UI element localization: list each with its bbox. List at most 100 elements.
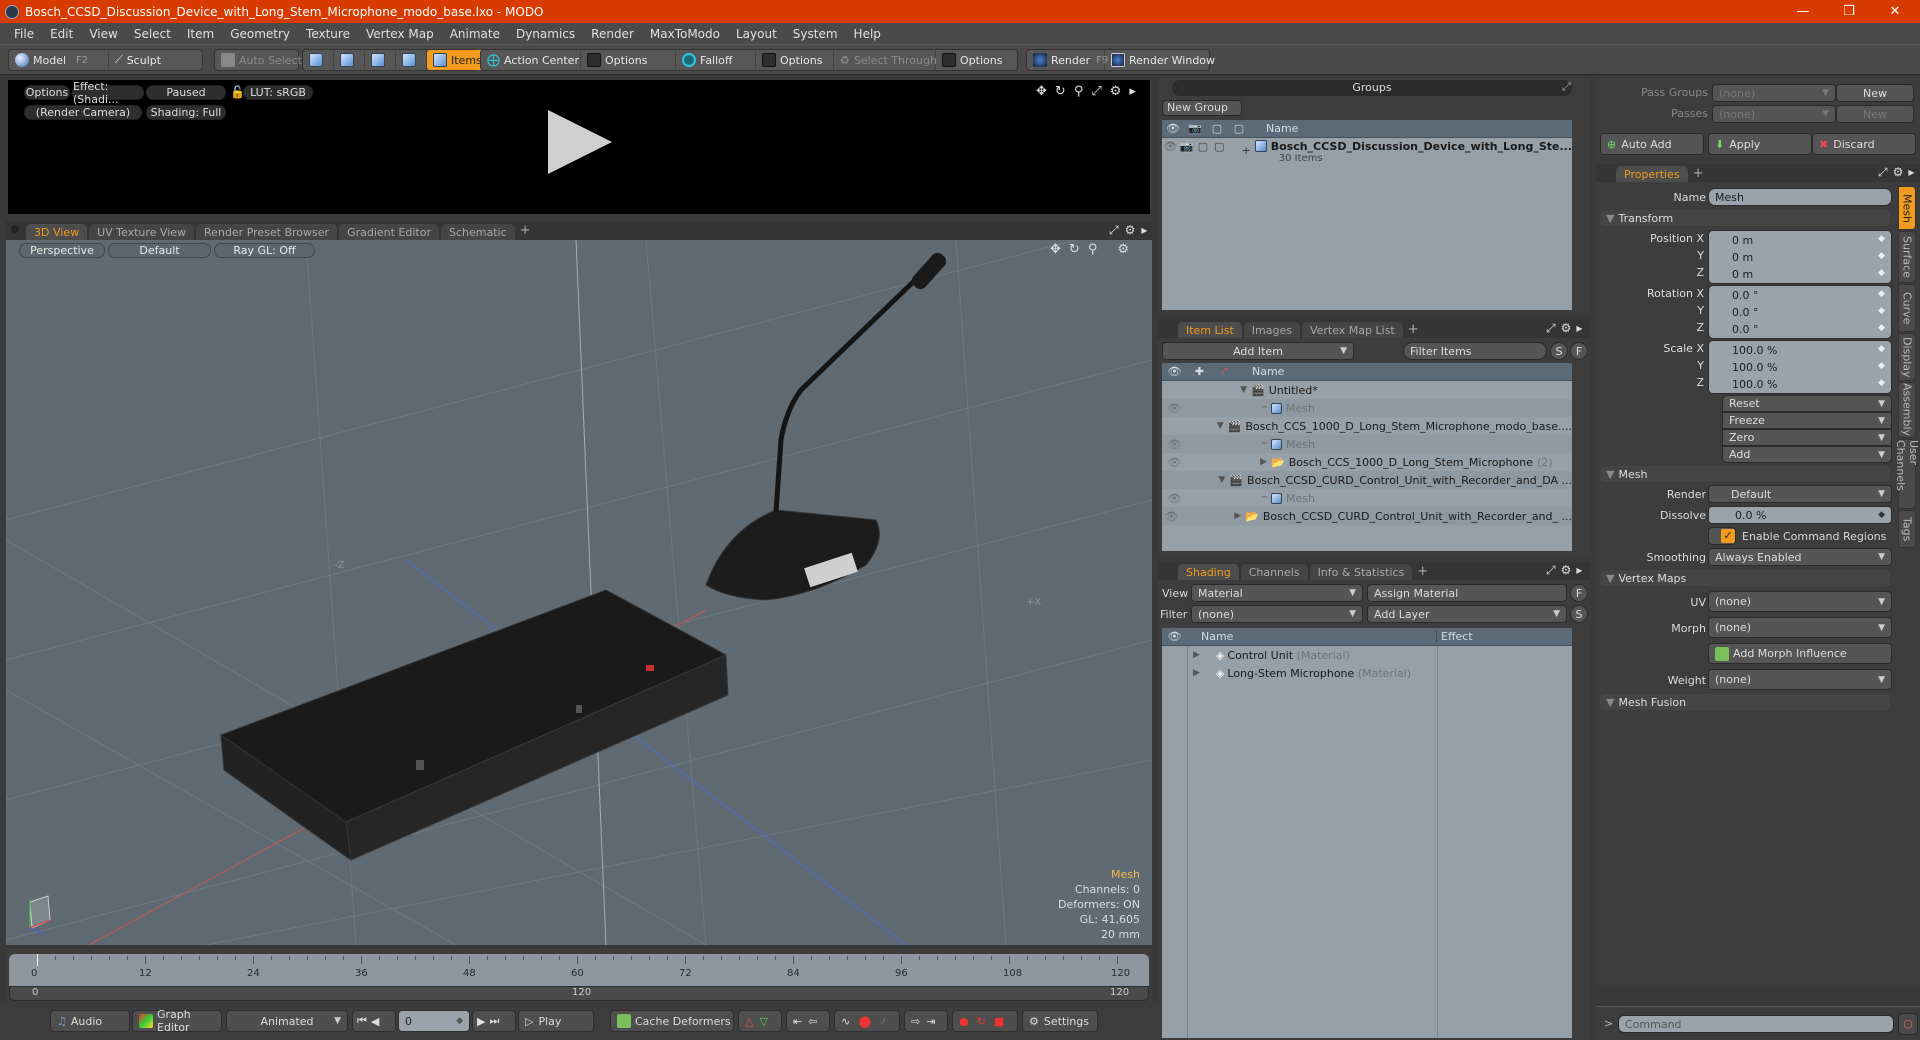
maximize-icon[interactable]: ⤢	[1091, 84, 1101, 99]
auto-add-button[interactable]: ⊕ Auto Add	[1600, 133, 1704, 155]
item-list-row[interactable]: 👁 ─ Mesh	[1162, 399, 1572, 417]
expand-arrow-icon[interactable]: ▶	[1219, 511, 1246, 521]
gear-icon[interactable]: ⚙	[1893, 165, 1904, 180]
item-list-row[interactable]: ▼ 🎬 Bosch_CCS_1000_D_Long_Stem_Microphone_…	[1162, 417, 1572, 435]
set-key-icon[interactable]: ●	[959, 1015, 969, 1028]
render-options-button[interactable]: Options	[24, 85, 70, 100]
select-col-icon[interactable]: ▢	[1228, 122, 1250, 135]
mesh-fusion-section[interactable]: ▼ Mesh Fusion	[1600, 694, 1890, 710]
new-pass-button[interactable]: New	[1836, 105, 1914, 123]
action-center-options-button[interactable]: Options	[581, 50, 676, 70]
key-up-icon[interactable]: △	[745, 1015, 753, 1028]
command-history-icon[interactable]: ○	[1898, 1013, 1918, 1035]
position-y-input[interactable]: 0 m	[1726, 249, 1866, 266]
render-dropdown[interactable]: Default ▼	[1708, 485, 1892, 503]
add-tab-icon[interactable]: +	[1417, 564, 1428, 579]
cache-deformers-button[interactable]: Cache Deformers	[610, 1010, 734, 1032]
select-icon[interactable]: ▢	[1211, 140, 1227, 153]
prev-key-small-icon[interactable]: ⇦	[808, 1015, 817, 1028]
effect-dropdown[interactable]: Effect: (Shadi...	[72, 80, 144, 106]
item-list-row[interactable]: ▼ 🎬 Bosch_CCSD_CURD_Control_Unit_with_Reco…	[1162, 471, 1572, 489]
f-button[interactable]: F	[1570, 584, 1588, 602]
add-tab-icon[interactable]: +	[520, 223, 531, 238]
menu-dynamics[interactable]: Dynamics	[508, 27, 583, 41]
collapse-arrow-icon[interactable]: ▼	[1216, 421, 1227, 431]
menu-item[interactable]: Item	[179, 27, 222, 41]
item-list-row[interactable]: 👁 ▶ 📂 Bosch_CCSD_CURD_Control_Unit_with_Rec…	[1162, 507, 1572, 525]
passes-dropdown[interactable]: (none) ▼	[1712, 105, 1836, 123]
rotate-view-icon[interactable]: ↻	[1055, 84, 1066, 99]
paused-button[interactable]: Paused	[146, 85, 226, 100]
menu-system[interactable]: System	[785, 27, 846, 41]
move-view-icon[interactable]: ✥	[1036, 84, 1047, 99]
filter-items-input[interactable]: Filter Items	[1403, 342, 1547, 360]
visibility-icon[interactable]: 👁	[1162, 140, 1178, 153]
lock-col-icon[interactable]: ▢	[1206, 122, 1228, 135]
model-button[interactable]: Model F2	[9, 50, 109, 70]
current-frame-input[interactable]: 0 ◆	[398, 1010, 470, 1032]
next-key-icon[interactable]: ⇥	[926, 1015, 935, 1028]
tab-schematic[interactable]: Schematic	[441, 224, 515, 240]
morph-dropdown[interactable]: (none) ▼	[1708, 617, 1892, 638]
tab-properties[interactable]: Properties	[1616, 166, 1688, 182]
gear-icon[interactable]: ⚙	[1125, 223, 1136, 238]
key-down-icon[interactable]: ▽	[759, 1015, 767, 1028]
menu-view[interactable]: View	[81, 27, 125, 41]
zero-dropdown[interactable]: Zero ▼	[1722, 429, 1892, 446]
item-list-row[interactable]: 👁 ─ Mesh	[1162, 435, 1572, 453]
prev-key-icon[interactable]: ⇤	[793, 1015, 802, 1028]
tab-channels[interactable]: Channels	[1240, 564, 1308, 580]
tab-shading[interactable]: Shading	[1178, 564, 1239, 580]
rotation-z-input[interactable]: 0.0 °	[1726, 321, 1866, 338]
item-list-row[interactable]: 👁 ▶ 📂 Bosch_CCS_1000_D_Long_Stem_Microphone…	[1162, 453, 1572, 471]
timeline-range[interactable]: 0 120 120	[9, 986, 1149, 1001]
add-tab-icon[interactable]: +	[1693, 166, 1704, 181]
animated-dropdown[interactable]: Animated ▼	[226, 1010, 348, 1032]
settings-button[interactable]: ⚙ Settings	[1022, 1010, 1098, 1032]
side-tab-display[interactable]: Display	[1898, 333, 1916, 381]
scale-z-input[interactable]: 100.0 %	[1726, 376, 1866, 393]
mesh-section[interactable]: ▼ Mesh	[1600, 466, 1890, 482]
select-through-button[interactable]: ♻ Select Through	[834, 50, 937, 70]
render-icon[interactable]: 📷	[1178, 140, 1194, 153]
add-layer-dropdown[interactable]: Add Layer ▼	[1367, 605, 1567, 623]
tab-item-list[interactable]: Item List	[1178, 322, 1242, 338]
menu-file[interactable]: File	[6, 27, 42, 41]
microphone-mesh[interactable]	[705, 250, 949, 601]
collapse-arrow-icon[interactable]: ▼	[1218, 475, 1229, 485]
auto-key-icon[interactable]: ∿	[841, 1015, 850, 1028]
default-dropdown[interactable]: Default	[108, 243, 211, 258]
freeze-dropdown[interactable]: Freeze ▼	[1722, 412, 1892, 429]
maximize-icon[interactable]: ⤢	[1546, 321, 1556, 336]
render-window-button[interactable]: Render Window	[1105, 50, 1221, 70]
visibility-col-icon[interactable]: 👁	[1162, 365, 1187, 378]
uv-dropdown[interactable]: (none) ▼	[1708, 591, 1892, 612]
side-tab-mesh[interactable]: Mesh	[1898, 186, 1916, 230]
skip-to-start-icon[interactable]: ⏮	[357, 1014, 367, 1028]
apply-button[interactable]: ⬇ Apply	[1708, 133, 1812, 155]
menu-vertex-map[interactable]: Vertex Map	[358, 27, 442, 41]
record-icon[interactable]: ●	[858, 1012, 871, 1030]
slider-arrows-icon[interactable]: ◆	[1878, 344, 1885, 354]
visibility-icon[interactable]: 👁	[1162, 456, 1187, 469]
visibility-icon[interactable]: 👁	[1162, 402, 1187, 415]
item-list-row[interactable]: ▼ 🎬 Untitled*	[1162, 381, 1572, 399]
shading-dropdown[interactable]: Shading: Full	[146, 105, 226, 120]
add-morph-influence-button[interactable]: Add Morph Influence	[1708, 643, 1892, 664]
menu-geometry[interactable]: Geometry	[222, 27, 298, 41]
timeline-ruler[interactable]: 0 12 24 36 48 60 72 84 96 108 120	[9, 954, 1149, 986]
falloff-options-button[interactable]: Options	[756, 50, 834, 70]
expand-arrow-icon[interactable]: ▶	[1193, 668, 1200, 678]
lut-dropdown[interactable]: LUT: sRGB	[243, 85, 313, 100]
raygl-dropdown[interactable]: Ray GL: Off	[214, 243, 315, 258]
menu-maxtomodo[interactable]: MaxToModo	[642, 27, 728, 41]
gear-icon[interactable]: ⚙	[1117, 242, 1129, 257]
arrow-right-icon[interactable]: ▸	[1129, 84, 1136, 99]
slider-arrows-icon[interactable]: ◆	[1878, 361, 1885, 371]
minimize-icon[interactable]: —	[1780, 0, 1826, 23]
slider-arrows-icon[interactable]: ◆	[1878, 323, 1885, 333]
menu-render[interactable]: Render	[583, 27, 642, 41]
menu-layout[interactable]: Layout	[728, 27, 785, 41]
render-button[interactable]: Render F9	[1027, 50, 1108, 70]
maximize-icon[interactable]: ⤢	[1546, 563, 1556, 578]
